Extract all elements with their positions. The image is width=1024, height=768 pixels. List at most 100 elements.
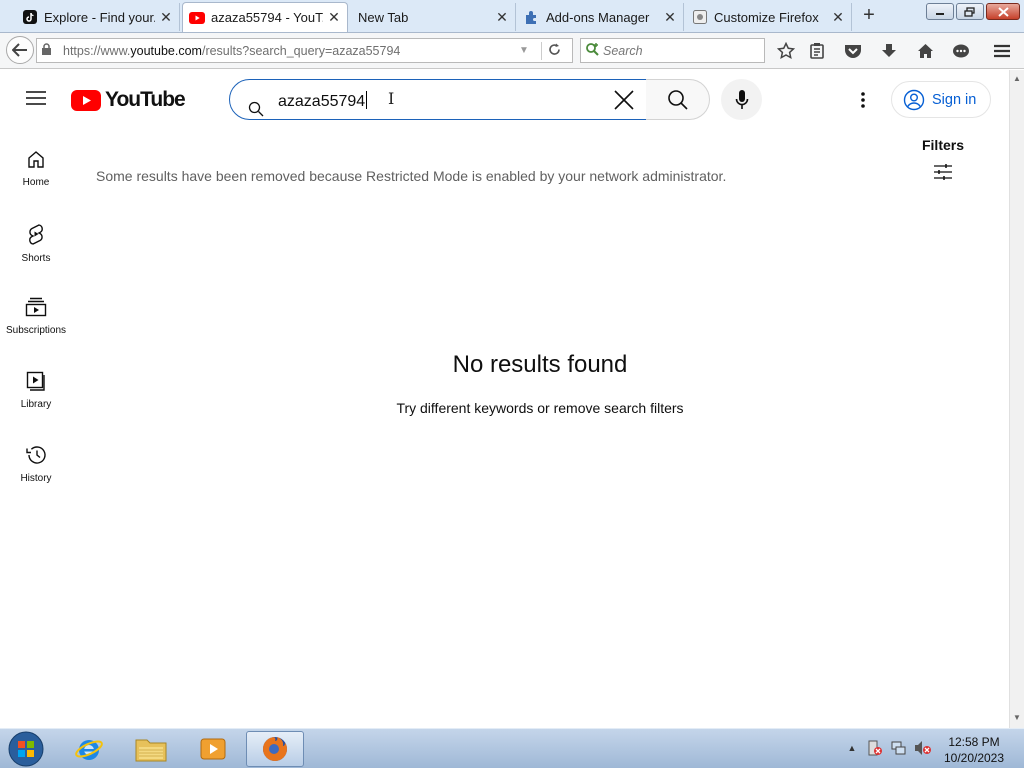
pocket-icon[interactable] [843, 41, 863, 61]
internet-explorer-icon [75, 740, 103, 760]
guide-menu-icon[interactable] [26, 90, 46, 106]
hamburger-menu-icon[interactable] [992, 41, 1012, 61]
scroll-up-arrow-icon[interactable]: ▲ [1013, 74, 1021, 83]
arrow-left-icon [12, 43, 27, 57]
browser-nav-bar: https://www.youtube.com/results?search_q… [0, 33, 1024, 69]
search-placeholder: Search [603, 43, 643, 58]
system-clock[interactable]: 12:58 PM 10/20/2023 [934, 734, 1014, 766]
network-icon[interactable] [890, 739, 908, 757]
reload-icon[interactable] [548, 43, 566, 59]
sign-in-button[interactable]: Sign in [891, 81, 991, 118]
vertical-scrollbar[interactable]: ▲ ▼ [1009, 70, 1024, 728]
filter-sliders-icon [934, 164, 952, 180]
reading-list-icon[interactable] [807, 41, 827, 61]
back-button[interactable] [6, 36, 34, 64]
clock-time: 12:58 PM [948, 735, 1000, 749]
settings-more-icon[interactable] [853, 88, 873, 112]
home-button-icon[interactable] [915, 41, 935, 61]
no-results-hint: Try different keywords or remove search … [396, 400, 684, 416]
no-results-title: No results found [452, 351, 628, 378]
minimize-button[interactable] [926, 3, 954, 20]
sidebar-item-label: Library [20, 399, 52, 410]
clear-search-icon[interactable] [613, 89, 635, 116]
history-icon [26, 446, 46, 464]
page-content: YouTube azaza55794 I Sign in Home Shorts… [0, 70, 1009, 728]
subscriptions-icon [25, 297, 47, 317]
action-center-icon[interactable] [866, 739, 884, 757]
scroll-down-arrow-icon[interactable]: ▼ [1013, 713, 1021, 722]
tab-youtube-search[interactable]: azaza55794 - YouT... ✕ [182, 2, 348, 32]
browser-tab-bar: Explore - Find your... ✕ azaza55794 - Yo… [0, 0, 1024, 33]
tab-close-icon[interactable]: ✕ [495, 9, 509, 26]
home-icon [28, 151, 44, 168]
youtube-icon [189, 10, 205, 26]
folder-icon [135, 739, 167, 762]
tab-close-icon[interactable]: ✕ [663, 9, 677, 26]
sidebar-item-home[interactable]: Home [0, 149, 72, 188]
youtube-logo[interactable]: YouTube [71, 88, 186, 112]
logo-wordmark: YouTube [105, 88, 186, 111]
tab-label: Explore - Find your... [44, 9, 155, 25]
taskbar-firefox[interactable] [246, 731, 304, 767]
sidebar-item-subscriptions[interactable]: Subscriptions [0, 297, 72, 336]
shorts-icon [29, 224, 43, 245]
tab-new-tab[interactable]: New Tab ✕ [350, 3, 516, 31]
search-engine-icon [581, 42, 603, 59]
sidebar-item-shorts[interactable]: Shorts [0, 223, 72, 264]
firefox-icon [263, 737, 287, 761]
download-icon[interactable] [879, 41, 899, 61]
microphone-icon [735, 89, 748, 109]
search-icon [248, 101, 264, 122]
search-button[interactable] [646, 79, 710, 120]
chat-icon[interactable] [951, 41, 971, 61]
tab-label: Add-ons Manager [546, 9, 650, 25]
restricted-mode-notice: Some results have been removed because R… [96, 168, 727, 184]
tab-label: New Tab [358, 9, 409, 25]
youtube-logo-icon [71, 89, 101, 111]
library-icon [26, 371, 45, 391]
lock-icon [41, 42, 59, 59]
windows-taskbar: ▲ 12:58 PM 10/20/2023 [0, 728, 1024, 768]
search-icon [667, 89, 688, 110]
taskbar-internet-explorer[interactable] [60, 731, 118, 767]
tab-label: azaza55794 - YouT... [211, 10, 323, 25]
dropdown-arrow-icon[interactable]: ▼ [519, 45, 535, 56]
text-cursor-icon: I [388, 89, 395, 108]
bookmark-star-icon[interactable] [776, 41, 796, 61]
sidebar-item-library[interactable]: Library [0, 371, 72, 410]
tab-close-icon[interactable]: ✕ [327, 9, 341, 26]
media-player-icon [200, 738, 226, 760]
tab-label: Customize Firefox [714, 9, 819, 25]
tab-close-icon[interactable]: ✕ [831, 9, 845, 26]
taskbar-media-player[interactable] [184, 731, 242, 767]
show-hidden-icons-button[interactable]: ▲ [843, 739, 861, 757]
tab-addons-manager[interactable]: Add-ons Manager ✕ [518, 3, 684, 31]
windows-logo-icon [8, 731, 44, 767]
sidebar-item-label: Shorts [21, 253, 51, 264]
sidebar-item-label: Home [22, 177, 50, 188]
clock-date: 10/20/2023 [943, 751, 1005, 765]
search-input[interactable]: azaza55794 I [229, 79, 647, 120]
close-window-button[interactable] [986, 3, 1020, 20]
tab-tiktok-explore[interactable]: Explore - Find your... ✕ [16, 3, 180, 31]
new-tab-button[interactable]: + [858, 4, 880, 28]
url-text: https://www.youtube.com/results?search_q… [63, 43, 401, 58]
puzzle-icon [524, 9, 540, 25]
sidebar-item-label: Subscriptions [5, 325, 67, 336]
taskbar-file-explorer[interactable] [122, 731, 180, 767]
voice-search-button[interactable] [721, 79, 762, 120]
restore-button[interactable] [956, 3, 984, 20]
browser-search-field[interactable]: Search [580, 38, 765, 63]
customize-icon [692, 9, 708, 25]
tab-customize-firefox[interactable]: Customize Firefox ✕ [686, 3, 852, 31]
start-button[interactable] [6, 731, 46, 767]
tiktok-icon [22, 9, 38, 25]
filters-button[interactable]: Filters [915, 137, 971, 181]
url-bar[interactable]: https://www.youtube.com/results?search_q… [36, 38, 573, 63]
sign-in-label: Sign in [932, 91, 977, 108]
tab-close-icon[interactable]: ✕ [159, 9, 173, 26]
volume-muted-icon[interactable] [914, 739, 932, 757]
sidebar-item-label: History [20, 473, 52, 484]
sidebar-item-history[interactable]: History [0, 445, 72, 484]
search-query-text: azaza55794 [278, 93, 366, 110]
